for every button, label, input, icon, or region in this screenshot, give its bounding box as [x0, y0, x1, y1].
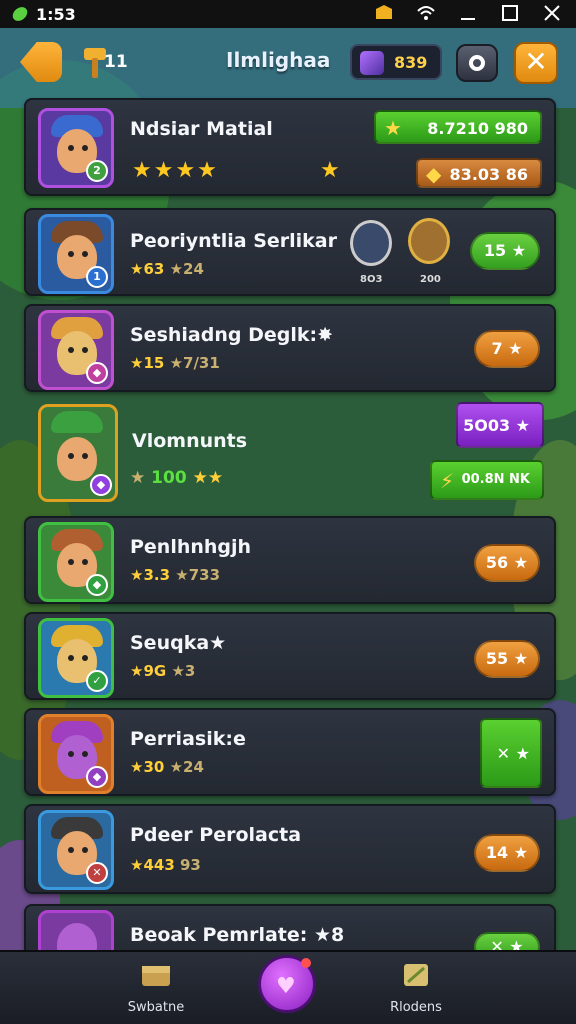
hero-name: Vlomnunts	[132, 430, 248, 452]
minimize-icon[interactable]	[458, 3, 478, 23]
gem-value-box[interactable]: 5O03 ★	[456, 402, 544, 448]
hero-avatar: ✕	[38, 810, 114, 890]
hero-stats: ★ 100 ★★	[130, 468, 224, 488]
hero-name: Ndsiar Matial	[130, 118, 273, 140]
currency-display[interactable]: 839	[350, 44, 442, 80]
currency-value: 839	[394, 53, 428, 72]
hero-avatar: ◆	[38, 404, 118, 502]
hero-stats: ★15 ★7/31	[130, 354, 220, 372]
notification-dot	[301, 958, 311, 968]
scroll-icon	[404, 964, 428, 986]
lightning-icon: ⚡	[440, 469, 455, 493]
level-badge: 1	[86, 266, 108, 288]
list-item[interactable]: 2 Ndsiar Matial ★★★★ ★ ★ 8.7210 980 ◆ 83…	[24, 98, 556, 196]
power-value-box[interactable]: ★ 8.7210 980	[374, 110, 542, 144]
ally-avatar[interactable]	[408, 218, 450, 264]
hero-stats: ★9G ★3	[130, 662, 196, 680]
level-badge: ✕	[86, 862, 108, 884]
center-action-button[interactable]: ♥	[258, 955, 316, 1013]
gold-value-box[interactable]: ◆ 83.03 86	[416, 158, 542, 188]
back-button[interactable]	[20, 42, 62, 82]
status-bar: 1:53	[0, 0, 576, 28]
ally-label: 200	[420, 274, 441, 285]
hero-name: Pdeer Perolacta	[130, 824, 302, 846]
level-badge: 2	[86, 160, 108, 182]
hero-avatar: ◆	[38, 714, 114, 794]
hero-avatar: ✓	[38, 618, 114, 698]
hero-avatar: ◆	[38, 310, 114, 390]
hero-avatar: 1	[38, 214, 114, 294]
hero-name: Seuqka★	[130, 632, 227, 654]
hero-name: Beoak Pemrlate: ★8	[130, 924, 345, 946]
status-time: 1:53	[36, 4, 76, 24]
wifi-icon	[417, 6, 435, 20]
gold-icon: ◆	[426, 162, 442, 186]
chest-icon	[142, 966, 170, 986]
nav-item-right[interactable]: Rlodens	[378, 960, 454, 1015]
hero-stats: ★443 93	[130, 856, 201, 874]
ally-avatar[interactable]	[350, 220, 392, 266]
level-badge: ◆	[86, 574, 108, 596]
level-badge: ✓	[86, 670, 108, 692]
list-item[interactable]: 1 Peoriyntlia Serlikar ★63 ★24 8O3 200 1…	[24, 208, 556, 296]
level-up-button[interactable]: 55 ★	[474, 640, 540, 678]
list-item[interactable]: ◆ Penlhnhgjh ★3.3 ★733 56 ★	[24, 516, 556, 604]
maximize-icon[interactable]	[500, 3, 520, 23]
level-up-button[interactable]: 15 ★	[470, 232, 540, 270]
hero-name: Seshiadng Deglk:✸	[130, 324, 334, 346]
hero-stats: ★30 ★24	[130, 758, 204, 776]
hero-avatar: ◆	[38, 522, 114, 602]
nav-item-left[interactable]: Swbatne	[118, 960, 194, 1015]
list-item[interactable]: ✓ Seuqka★ ★9G ★3 55 ★	[24, 612, 556, 700]
level-up-button[interactable]: 14 ★	[474, 834, 540, 872]
hero-name: Penlhnhgjh	[130, 536, 252, 558]
star-icon: ★	[384, 116, 402, 140]
tool-label: 11	[104, 52, 128, 72]
gold-chest-icon	[376, 5, 392, 19]
tool-button[interactable]: 11	[80, 44, 128, 80]
hero-stats: ★63 ★24	[130, 260, 204, 278]
power-value: 8.7210 980	[427, 119, 528, 138]
boost-value-box[interactable]: ⚡ 00.8N NK	[430, 460, 544, 500]
level-badge: ◆	[86, 362, 108, 384]
level-up-button[interactable]: 7 ★	[474, 330, 540, 368]
leaf-icon	[12, 7, 28, 21]
page-title: Ilmlighaa	[226, 48, 331, 72]
nav-label: Swbatne	[127, 1000, 185, 1015]
hero-name: Perriasik:e	[130, 728, 246, 750]
list-item[interactable]: ◆ Seshiadng Deglk:✸ ★15 ★7/31 7 ★	[24, 304, 556, 392]
close-button[interactable]: ✕	[514, 42, 558, 84]
bottom-nav: Swbatne ♥ Rlodens	[0, 950, 576, 1024]
nav-label: Rlodens	[390, 1000, 442, 1015]
hero-name: Peoriyntlia Serlikar	[130, 230, 337, 252]
close-window-icon[interactable]	[542, 3, 562, 23]
list-item[interactable]: ◆ Vlomnunts ★ 100 ★★ 5O03 ★ ⚡ 00.8N NK	[24, 400, 556, 508]
header: 11 Ilmlighaa 839 ✕	[0, 30, 576, 96]
list-item[interactable]: ✕ Pdeer Perolacta ★443 93 14 ★	[24, 804, 556, 894]
hero-avatar: 2	[38, 108, 114, 188]
level-badge: ◆	[86, 766, 108, 788]
list-item[interactable]: ◆ Perriasik:e ★30 ★24 ✕ ★	[24, 708, 556, 796]
gem-value: 5O03 ★	[463, 416, 530, 435]
boost-value: 00.8N NK	[461, 472, 530, 487]
star-rating: ★★★★	[132, 158, 219, 183]
level-up-button[interactable]: 56 ★	[474, 544, 540, 582]
hero-stats: ★3.3 ★733	[130, 566, 221, 584]
star-icon: ★	[320, 158, 342, 183]
settings-button[interactable]	[456, 44, 498, 82]
hat-icon	[51, 411, 103, 433]
ally-label: 8O3	[360, 274, 383, 285]
gold-value: 83.03 86	[449, 165, 528, 184]
level-badge: ◆	[90, 474, 112, 496]
upgrade-button[interactable]: ✕ ★	[480, 718, 542, 788]
gem-icon	[360, 51, 384, 75]
heart-icon: ♥	[276, 974, 296, 999]
gear-icon	[469, 55, 485, 71]
